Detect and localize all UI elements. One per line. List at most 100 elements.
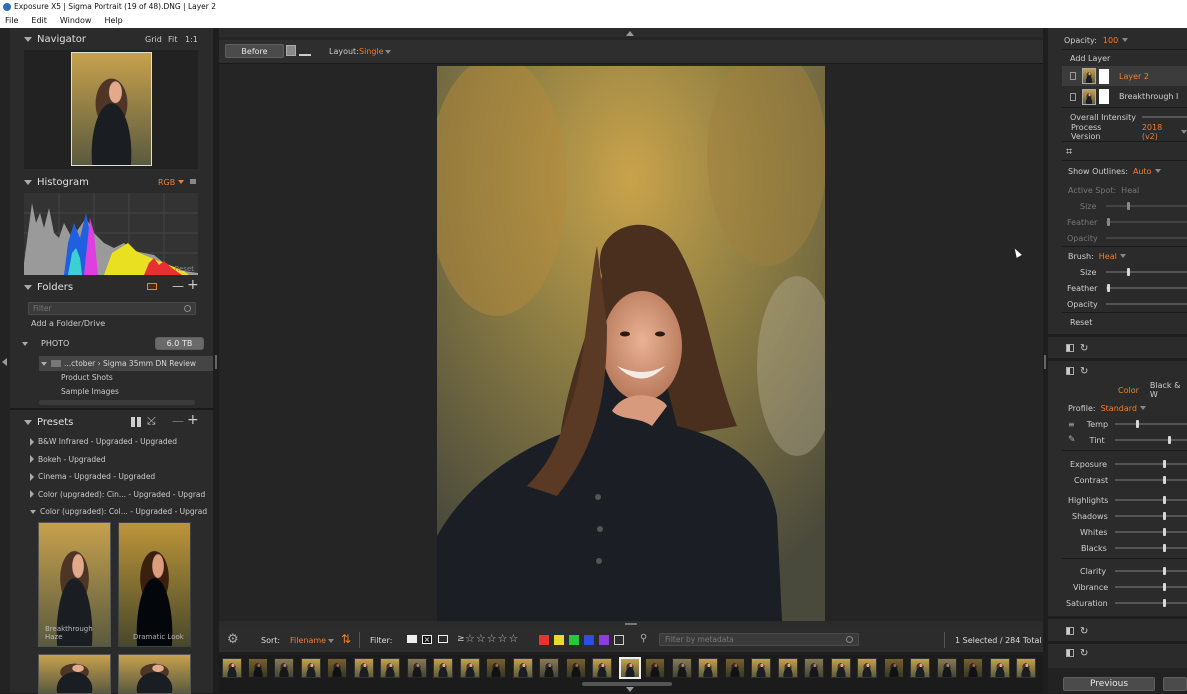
preset-group[interactable]: Color (upgraded): Col... - Upgraded - Up…: [30, 503, 213, 521]
slider-knob[interactable]: [1163, 528, 1166, 536]
filmstrip-thumbnail[interactable]: [645, 658, 665, 678]
drive-row[interactable]: PHOTO 6.0 TB: [22, 336, 204, 351]
filmstrip-thumbnail[interactable]: [937, 658, 957, 678]
exposure-row[interactable]: Exposure: [1048, 456, 1187, 472]
opacity-row[interactable]: Opacity: 100: [1048, 32, 1187, 48]
blacks-row[interactable]: Blacks: [1048, 540, 1187, 556]
brush-value[interactable]: Heal: [1099, 252, 1117, 261]
main-photo[interactable]: [437, 66, 825, 621]
folder-item-selected[interactable]: ...ctober › Sigma 35mm DN Review: [39, 356, 213, 371]
menu-icon[interactable]: ≡: [1068, 420, 1075, 429]
before-button[interactable]: Before: [225, 44, 284, 58]
toggle-icon[interactable]: [1066, 367, 1074, 375]
nav-fit[interactable]: Fit: [168, 35, 177, 44]
purple-label-swatch[interactable]: [599, 635, 609, 645]
tab-black-white[interactable]: Black & W: [1150, 381, 1187, 399]
minus-icon[interactable]: —: [172, 414, 184, 428]
sort-direction-icon[interactable]: ⇅: [341, 632, 351, 646]
folder-item[interactable]: Product Shots: [61, 373, 113, 382]
shadows-row[interactable]: Shadows: [1048, 508, 1187, 524]
filmstrip-thumbnail[interactable]: [301, 658, 321, 678]
slider[interactable]: [1115, 476, 1187, 484]
slider[interactable]: [1115, 460, 1187, 468]
filmstrip-thumbnail[interactable]: [725, 658, 745, 678]
green-label-swatch[interactable]: [569, 635, 579, 645]
filmstrip-thumbnail[interactable]: [566, 658, 586, 678]
histogram-channel[interactable]: RGB: [158, 178, 175, 187]
highlights-row[interactable]: Highlights: [1048, 492, 1187, 508]
saturation-row[interactable]: Saturation: [1048, 595, 1187, 611]
menu-icon[interactable]: [190, 179, 196, 184]
grid-view-icon[interactable]: [131, 417, 141, 427]
slider[interactable]: [1115, 599, 1187, 607]
slider-knob[interactable]: [1163, 544, 1166, 552]
reset-icon[interactable]: ↻: [1080, 366, 1088, 377]
filmstrip-thumbnail[interactable]: [619, 657, 641, 679]
filmstrip-thumbnail[interactable]: [327, 658, 347, 678]
next-button[interactable]: [1163, 677, 1187, 691]
intensity-slider[interactable]: [1142, 116, 1187, 118]
folders-hscrollbar[interactable]: [39, 400, 195, 405]
brush-feather-row[interactable]: Feather: [1048, 280, 1187, 296]
menu-edit[interactable]: Edit: [31, 16, 47, 25]
flag-icon[interactable]: [407, 635, 417, 643]
tint-row[interactable]: ✎ Tint: [1048, 432, 1187, 448]
red-label-swatch[interactable]: [539, 635, 549, 645]
unflag-icon[interactable]: [438, 635, 448, 643]
no-label-swatch[interactable]: [614, 635, 624, 645]
opacity-value[interactable]: 100: [1103, 36, 1118, 45]
add-layer-button[interactable]: Add Layer: [1048, 50, 1187, 66]
visibility-icon[interactable]: [1070, 92, 1076, 101]
menu-help[interactable]: Help: [104, 16, 122, 25]
layer-row-active[interactable]: Layer 2: [1062, 66, 1187, 86]
filmstrip-thumbnail[interactable]: [1016, 658, 1036, 678]
nav-grid[interactable]: Grid: [145, 35, 162, 44]
metadata-search-input[interactable]: Filter by metadata: [659, 633, 859, 646]
slider-knob[interactable]: [1136, 420, 1139, 428]
star-icon[interactable]: ☆: [498, 632, 508, 645]
gear-icon[interactable]: ⚙: [227, 633, 239, 646]
reset-button[interactable]: Reset: [1048, 314, 1187, 330]
vibrance-row[interactable]: Vibrance: [1048, 579, 1187, 595]
slider[interactable]: [1106, 268, 1187, 276]
process-version-row[interactable]: Process Version 2018 (v2): [1048, 123, 1187, 141]
minus-icon[interactable]: —: [172, 279, 184, 293]
star-rating-filter[interactable]: ☆ ☆ ☆ ☆ ☆: [465, 632, 519, 645]
preset-thumbnail[interactable]: [118, 654, 191, 694]
slider-knob[interactable]: [1163, 496, 1166, 504]
clarity-row[interactable]: Clarity: [1048, 563, 1187, 579]
filmstrip-thumbnail[interactable]: [778, 658, 798, 678]
folder-filter-input[interactable]: Filter: [28, 302, 196, 315]
brush-size-row[interactable]: Size: [1048, 264, 1187, 280]
preset-thumbnail[interactable]: Dramatic Look: [118, 522, 191, 647]
toggle-icon[interactable]: [1066, 627, 1074, 635]
reset-icon[interactable]: ↻: [1080, 626, 1088, 637]
sort-select[interactable]: Filename: [290, 636, 326, 645]
slider-knob[interactable]: [1168, 436, 1171, 444]
preset-group[interactable]: Bokeh - Upgraded: [30, 451, 213, 469]
whites-row[interactable]: Whites: [1048, 524, 1187, 540]
visibility-icon[interactable]: [1070, 72, 1076, 80]
profile-row[interactable]: Profile: Standard: [1048, 400, 1187, 416]
slider[interactable]: [1115, 512, 1187, 520]
presets-header[interactable]: Presets ⤩ — +: [10, 412, 213, 431]
slider-knob[interactable]: [1127, 268, 1130, 276]
star-icon[interactable]: ☆: [487, 632, 497, 645]
layer-row[interactable]: Breakthrough I: [1062, 87, 1187, 106]
filmstrip-thumbnail[interactable]: [751, 658, 771, 678]
filmstrip-thumbnail[interactable]: [222, 658, 242, 678]
preset-group[interactable]: Color (upgraded): Cin... - Upgraded - Up…: [30, 486, 213, 504]
menu-window[interactable]: Window: [60, 16, 92, 25]
folder-item[interactable]: Sample Images: [61, 387, 119, 396]
temp-row[interactable]: ≡ Temp: [1048, 416, 1187, 432]
filmstrip-thumbnail[interactable]: [592, 658, 612, 678]
plus-icon[interactable]: +: [187, 412, 199, 428]
navigator-thumbnail[interactable]: [71, 52, 152, 166]
star-icon[interactable]: ☆: [476, 632, 486, 645]
temp-slider[interactable]: [1115, 420, 1187, 428]
eyedropper-icon[interactable]: ✎: [1068, 435, 1076, 445]
reject-icon[interactable]: ×: [422, 635, 432, 644]
panel-header[interactable]: ↻: [1048, 623, 1187, 639]
slider-knob[interactable]: [1163, 583, 1166, 591]
folder-icon[interactable]: [147, 283, 157, 290]
